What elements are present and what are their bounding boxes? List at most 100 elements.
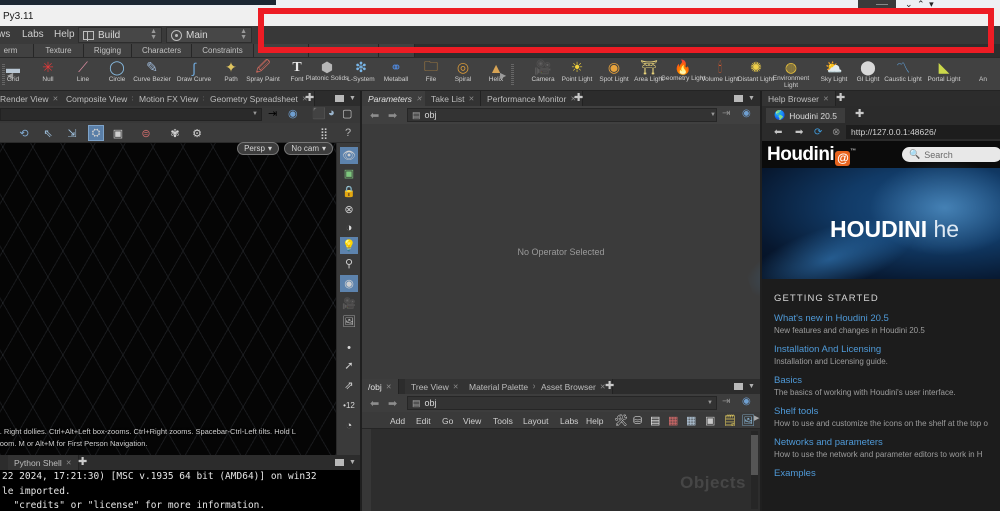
add-tab-icon[interactable]: ✚ (836, 93, 845, 104)
network-menu-edit[interactable]: Edit (416, 416, 431, 426)
gear-icon[interactable]: ⚙ (189, 125, 205, 141)
chevron-down-icon[interactable]: ▼ (707, 400, 716, 406)
splitter-right[interactable] (760, 91, 762, 511)
network-menu-tools[interactable]: Tools (493, 416, 513, 426)
select-geometry-icon[interactable]: ▣ (340, 165, 358, 182)
build-dropdown[interactable]: Build ▲ ▼ (78, 27, 162, 43)
parameters-path-input[interactable]: ▤ obj ▼ (407, 108, 717, 122)
image-icon[interactable]: 🖼 (741, 414, 755, 427)
tab-take-list[interactable]: Take List ✕ (425, 91, 482, 106)
network-menu-labs[interactable]: Labs (560, 416, 578, 426)
handle-tool-icon[interactable]: ⛭ (88, 125, 104, 141)
record-icon[interactable]: ⊜ (138, 125, 154, 141)
network-menu-view[interactable]: View (463, 416, 481, 426)
shelf-tab-0[interactable]: erm (0, 44, 34, 57)
select-tool-icon[interactable]: ⟲ (16, 125, 32, 141)
python-shell-output[interactable]: 22 2024, 17:21:30) [MSC v.1935 64 bit (A… (0, 470, 360, 511)
pane-menu-icon[interactable]: ▼ (748, 383, 755, 390)
add-tab-icon[interactable]: ✚ (78, 457, 87, 468)
display-icon[interactable]: ▢ (342, 107, 352, 120)
scale-tool-icon[interactable]: ⇲ (64, 125, 80, 141)
snapshot-icon[interactable]: ▣ (705, 414, 715, 427)
help-link-whats-new[interactable]: What's new in Houdini 20.5 (774, 313, 988, 324)
target-icon[interactable]: ◉ (288, 107, 298, 120)
pin-icon[interactable]: ⇥ (268, 107, 277, 120)
network-menu-help[interactable]: Help (586, 416, 603, 426)
list-icon[interactable]: ▤ (650, 414, 660, 427)
point-display-icon[interactable]: • (340, 339, 358, 356)
close-icon[interactable]: ✕ (453, 383, 459, 391)
houdini-logo[interactable]: Houdini@™ (767, 144, 856, 166)
shelf-scroll-right-icon[interactable]: ▶ (500, 71, 506, 80)
viewport-perspective-dropdown[interactable]: Persp ▾ (237, 142, 279, 155)
scrollbar-thumb[interactable] (751, 435, 758, 475)
tree-icon[interactable]: ⛁ (633, 414, 642, 427)
add-tab-icon[interactable]: ✚ (605, 381, 614, 392)
snapping-icon[interactable]: ✾ (167, 125, 183, 141)
pane-menu-icon[interactable]: ▼ (349, 95, 356, 102)
minimize-icon[interactable] (876, 4, 888, 5)
environment-display-icon[interactable]: ◉ (340, 275, 358, 292)
add-tab-icon[interactable]: ✚ (574, 93, 583, 104)
camera-display-icon[interactable]: 🎥 (340, 295, 358, 312)
desktop-dropdown[interactable]: Main ▲ ▼ (166, 27, 252, 43)
ghost-icon[interactable]: ⊗ (340, 201, 358, 218)
forward-icon[interactable]: ➡ (388, 109, 397, 122)
chevron-down-icon[interactable]: ▼ (710, 112, 716, 118)
layout-icon[interactable]: ⣿ (316, 125, 332, 141)
url-input[interactable]: http://127.0.0.1:48626/ (846, 125, 1000, 139)
network-menu-go[interactable]: Go (442, 416, 453, 426)
back-icon[interactable]: ⬅ (370, 397, 379, 410)
chevron-down-icon[interactable]: ▼ (252, 111, 258, 117)
stop-icon[interactable]: ⊗ (832, 127, 840, 138)
viewport-path-input[interactable] (0, 108, 262, 121)
splitter-left[interactable] (360, 91, 362, 511)
target-icon[interactable]: ◉ (742, 108, 751, 119)
tab-material-palette[interactable]: Material Palette ✕ (463, 379, 545, 394)
tab-asset-browser[interactable]: Asset Browser ✕ (535, 379, 613, 394)
forward-icon[interactable]: ➡ (795, 127, 803, 138)
shelf-tab-guide-process[interactable]: Guide Process (309, 44, 379, 57)
note-icon[interactable]: 🗒 (723, 414, 737, 427)
shelf-tab-constraints[interactable]: Constraints (192, 44, 254, 57)
grid-layout-icon[interactable]: ▦ (686, 414, 696, 427)
shelf-tab-more[interactable] (379, 44, 415, 57)
material-icon[interactable]: ◕ (328, 107, 335, 119)
tab-obj[interactable]: /obj ✕ (362, 379, 399, 394)
close-icon[interactable]: ✕ (53, 95, 59, 103)
new-browser-tab-icon[interactable]: ✚ (855, 109, 864, 120)
forward-icon[interactable]: ➡ (388, 397, 397, 410)
network-left-rail[interactable] (362, 429, 371, 511)
help-link-basics[interactable]: Basics (774, 375, 988, 386)
menu-labs[interactable]: Labs (22, 29, 44, 40)
menu-help[interactable]: Help (54, 29, 75, 40)
viewport-3d-canvas[interactable]: Persp ▾ No cam ▾ s. Right dollies. Ctrl+… (0, 142, 336, 455)
viewport-camera-dropdown[interactable]: No cam ▾ (284, 142, 333, 155)
close-icon[interactable]: ✕ (823, 95, 829, 103)
close-icon[interactable]: ✕ (66, 459, 72, 467)
tab-composite-view[interactable]: Composite View ✕ (60, 91, 145, 106)
tab-tree-view[interactable]: Tree View ✕ (405, 379, 466, 394)
pin-icon[interactable]: ⇥ (722, 108, 730, 119)
network-menu-add[interactable]: Add (390, 416, 405, 426)
tab-python-shell[interactable]: Python Shell ✕ (8, 455, 79, 470)
pane-menu-icon[interactable]: ▼ (748, 95, 755, 102)
tab-geometry-spreadsheet[interactable]: Geometry Spreadsheet ✕ (204, 91, 315, 106)
tab-help-browser[interactable]: Help Browser ✕ (762, 91, 836, 106)
network-scrollbar[interactable] (751, 431, 758, 509)
help-link-installation[interactable]: Installation And Licensing (774, 344, 988, 355)
help-link-shelf-tools[interactable]: Shelf tools (774, 406, 988, 417)
shelf-tab-rigging[interactable]: Rigging (84, 44, 132, 57)
maximize-pane-button[interactable] (734, 383, 743, 390)
shading-icon[interactable]: ◑ (340, 219, 358, 236)
light-display-icon[interactable]: 💡 (340, 237, 358, 254)
network-path-input[interactable]: ▤ obj ▼ (407, 396, 717, 410)
close-icon[interactable]: ✕ (416, 95, 422, 103)
tools-wrench-icon[interactable]: 🛠 (614, 414, 628, 427)
move-tool-icon[interactable]: ⇖ (40, 125, 56, 141)
network-canvas[interactable]: Objects (362, 429, 760, 511)
show-all-icon[interactable]: 👁 (340, 147, 358, 164)
lock-icon[interactable]: 🔒 (340, 183, 358, 200)
browser-tab-houdini[interactable]: 🌎 Houdini 20.5 (766, 108, 845, 123)
point-count-icon[interactable]: •12 (340, 397, 358, 414)
